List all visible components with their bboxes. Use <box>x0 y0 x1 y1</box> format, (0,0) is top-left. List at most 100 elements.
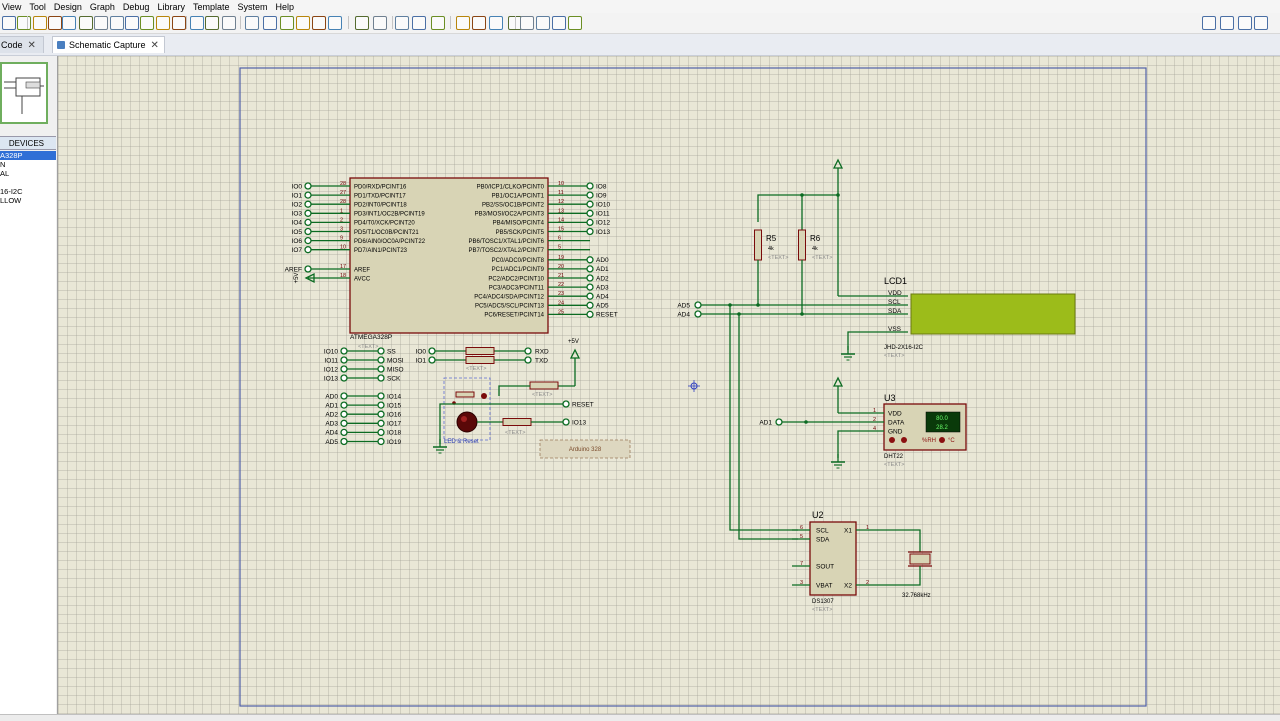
toolbar-tool-icon[interactable] <box>190 16 204 30</box>
net-label: IO12 <box>596 220 610 227</box>
net-label: IO11 <box>596 211 610 218</box>
net-label: IO13 <box>324 375 338 382</box>
terminal <box>524 356 532 364</box>
close-icon[interactable]: ✕ <box>151 40 159 51</box>
toolbar-tool-icon[interactable] <box>489 16 503 30</box>
toolbar-tool-icon[interactable] <box>2 16 16 30</box>
toolbar-tool-icon[interactable] <box>456 16 470 30</box>
device-item[interactable] <box>0 178 56 187</box>
toolbar-tool-icon[interactable] <box>140 16 154 30</box>
toolbar-tool-icon[interactable] <box>125 16 139 30</box>
device-item[interactable]: N <box>0 160 56 169</box>
toolbar-tool-icon[interactable] <box>552 16 566 30</box>
toolbar-tool-icon[interactable] <box>17 16 31 30</box>
toolbar-tool-icon[interactable] <box>222 16 236 30</box>
pin-number: 6 <box>558 236 561 242</box>
junction <box>804 420 808 424</box>
device-item[interactable]: AL <box>0 169 56 178</box>
pin-number: 22 <box>558 282 564 288</box>
tab-source-code[interactable]: Code ✕ <box>0 36 44 53</box>
dht-button <box>889 437 895 443</box>
device-item[interactable]: A328P <box>0 151 56 160</box>
dht-temp-readout: 80.0 <box>936 416 948 422</box>
mcu-body <box>349 177 549 334</box>
toolbar-tool-icon[interactable] <box>312 16 326 30</box>
device-item[interactable]: 16-I2C <box>0 187 56 196</box>
toolbar-tool-icon[interactable] <box>296 16 310 30</box>
lcd-screen <box>910 293 1076 335</box>
text-placeholder: <TEXT> <box>884 462 904 468</box>
pin-label: PD2/INT0/PCINT18 <box>354 203 407 209</box>
toolbar-tool-icon[interactable] <box>33 16 47 30</box>
pin-label: PB6/TOSC1/XTAL1/PCINT6 <box>469 239 545 245</box>
menu-help[interactable]: Help <box>274 2 301 12</box>
net-label: IO10 <box>324 348 338 355</box>
terminal <box>340 374 348 382</box>
crystal-label: 32.768kHz <box>902 593 931 599</box>
pin-label: SCL <box>816 527 829 534</box>
pin-number: 27 <box>340 190 346 196</box>
toolbar-tool-icon[interactable] <box>520 16 534 30</box>
toolbar-tool-icon[interactable] <box>412 16 426 30</box>
toolbar-tool-icon[interactable] <box>263 16 277 30</box>
menu-debug[interactable]: Debug <box>121 2 156 12</box>
pin-label: VDD <box>888 290 902 297</box>
menu-tool[interactable]: Tool <box>27 2 52 12</box>
pin-label: PC6/RESET/PCINT14 <box>484 313 544 319</box>
toolbar-tool-icon[interactable] <box>79 16 93 30</box>
component-value: 4k <box>768 246 774 252</box>
toolbar-tool-icon[interactable] <box>355 16 369 30</box>
toolbar-tool-icon[interactable] <box>1220 16 1234 30</box>
pin-label: AVCC <box>354 276 371 282</box>
terminal <box>304 209 312 217</box>
toolbar-tool-icon[interactable] <box>280 16 294 30</box>
schematic-canvas[interactable]: ATMEGA328P <TEXT> IO0 28 PD0/RXD/PCINT16 IO1 2… <box>58 56 1280 714</box>
toolbar-tool-icon[interactable] <box>328 16 342 30</box>
menu-design[interactable]: Design <box>52 2 88 12</box>
toolbar-tool-icon[interactable] <box>110 16 124 30</box>
close-icon[interactable]: ✕ <box>28 40 36 51</box>
toolbar-tool-icon[interactable] <box>1238 16 1252 30</box>
pin-label: PB5/SCK/PCINT5 <box>496 230 545 236</box>
terminal <box>586 191 594 199</box>
terminal <box>304 218 312 227</box>
toolbar-tool-icon[interactable] <box>156 16 170 30</box>
device-item[interactable]: LLOW <box>0 196 56 205</box>
toolbar-tool-icon[interactable] <box>245 16 259 30</box>
toolbar-tool-icon[interactable] <box>1254 16 1268 30</box>
menu-library[interactable]: Library <box>155 2 191 12</box>
pin-number: 15 <box>558 227 564 233</box>
net-label: AD5 <box>677 303 690 310</box>
menu-system[interactable]: System <box>235 2 273 12</box>
toolbar-tool-icon[interactable] <box>1202 16 1216 30</box>
toolbar-tool-icon[interactable] <box>568 16 582 30</box>
menu-view[interactable]: View <box>0 2 27 12</box>
toolbar-tool-icon[interactable] <box>395 16 409 30</box>
toolbar-tool-icon[interactable] <box>205 16 219 30</box>
toolbar-tool-icon[interactable] <box>48 16 62 30</box>
menu-template[interactable]: Template <box>191 2 236 12</box>
toolbar-tool-icon[interactable] <box>94 16 108 30</box>
pin-label: DATA <box>888 419 905 426</box>
menu-graph[interactable]: Graph <box>88 2 121 12</box>
overview-preview[interactable] <box>0 62 48 124</box>
pin-label: PC0/ADC0/PCINT8 <box>492 258 545 264</box>
toolbar-tool-icon[interactable] <box>172 16 186 30</box>
tab-schematic-capture[interactable]: Schematic Capture ✕ <box>52 36 165 53</box>
led-resistor <box>502 418 532 426</box>
toolbar-tool-icon[interactable] <box>472 16 486 30</box>
toolbar-tool-icon[interactable] <box>373 16 387 30</box>
terminal <box>377 419 385 427</box>
net-label: SCK <box>387 375 401 382</box>
terminal <box>586 227 594 236</box>
net-label: AD1 <box>759 420 772 427</box>
toolbar-separator <box>450 16 451 29</box>
net-label: IO8 <box>596 183 607 190</box>
toolbar-tool-icon[interactable] <box>62 16 76 30</box>
net-label: AD1 <box>596 266 609 273</box>
toolbar-tool-icon[interactable] <box>536 16 550 30</box>
pin-number: 28 <box>340 181 346 187</box>
terminal <box>377 437 385 446</box>
toolbar-tool-icon[interactable] <box>431 16 445 30</box>
component-part: DHT22 <box>884 454 904 460</box>
